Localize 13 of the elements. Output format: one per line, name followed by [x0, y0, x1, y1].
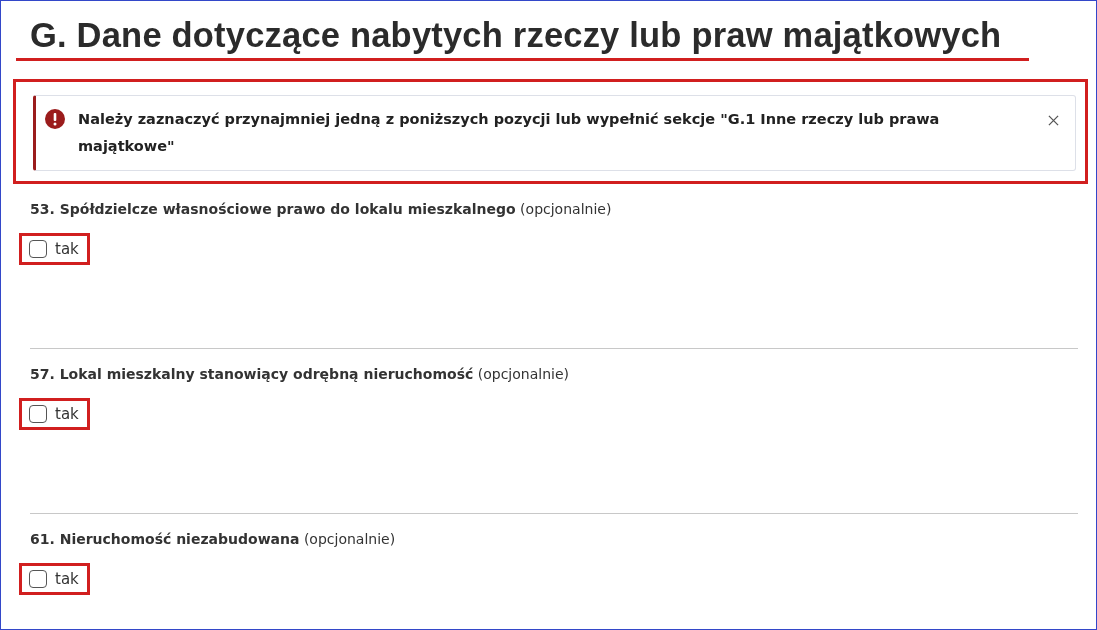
checkbox[interactable]: [29, 570, 47, 588]
checkbox-label[interactable]: tak: [55, 570, 79, 588]
error-icon: [45, 109, 65, 129]
checkbox[interactable]: [29, 405, 47, 423]
question-label: 61. Nieruchomość niezabudowana (opcjonalnie): [30, 530, 397, 549]
alert-message: Należy zaznaczyć przynajmniej jedną z poniższych pozycji lub wypełnić sekcje "G.1 Inne rzeczy lub prawa majątkowe": [78, 110, 941, 156]
checkbox-label[interactable]: tak: [55, 240, 79, 258]
close-icon[interactable]: [1048, 115, 1059, 126]
question-label: 53. Spółdzielcze własnościowe prawo do lokalu mieszkalnego (opcjonalnie): [30, 200, 613, 219]
section-heading: G. Dane dotyczące nabytych rzeczy lub praw majątkowych: [30, 15, 1003, 55]
checkbox[interactable]: [29, 240, 47, 258]
checkbox-label[interactable]: tak: [55, 405, 79, 423]
question-label: 57. Lokal mieszkalny stanowiący odrębną nieruchomość (opcjonalnie): [30, 365, 570, 384]
